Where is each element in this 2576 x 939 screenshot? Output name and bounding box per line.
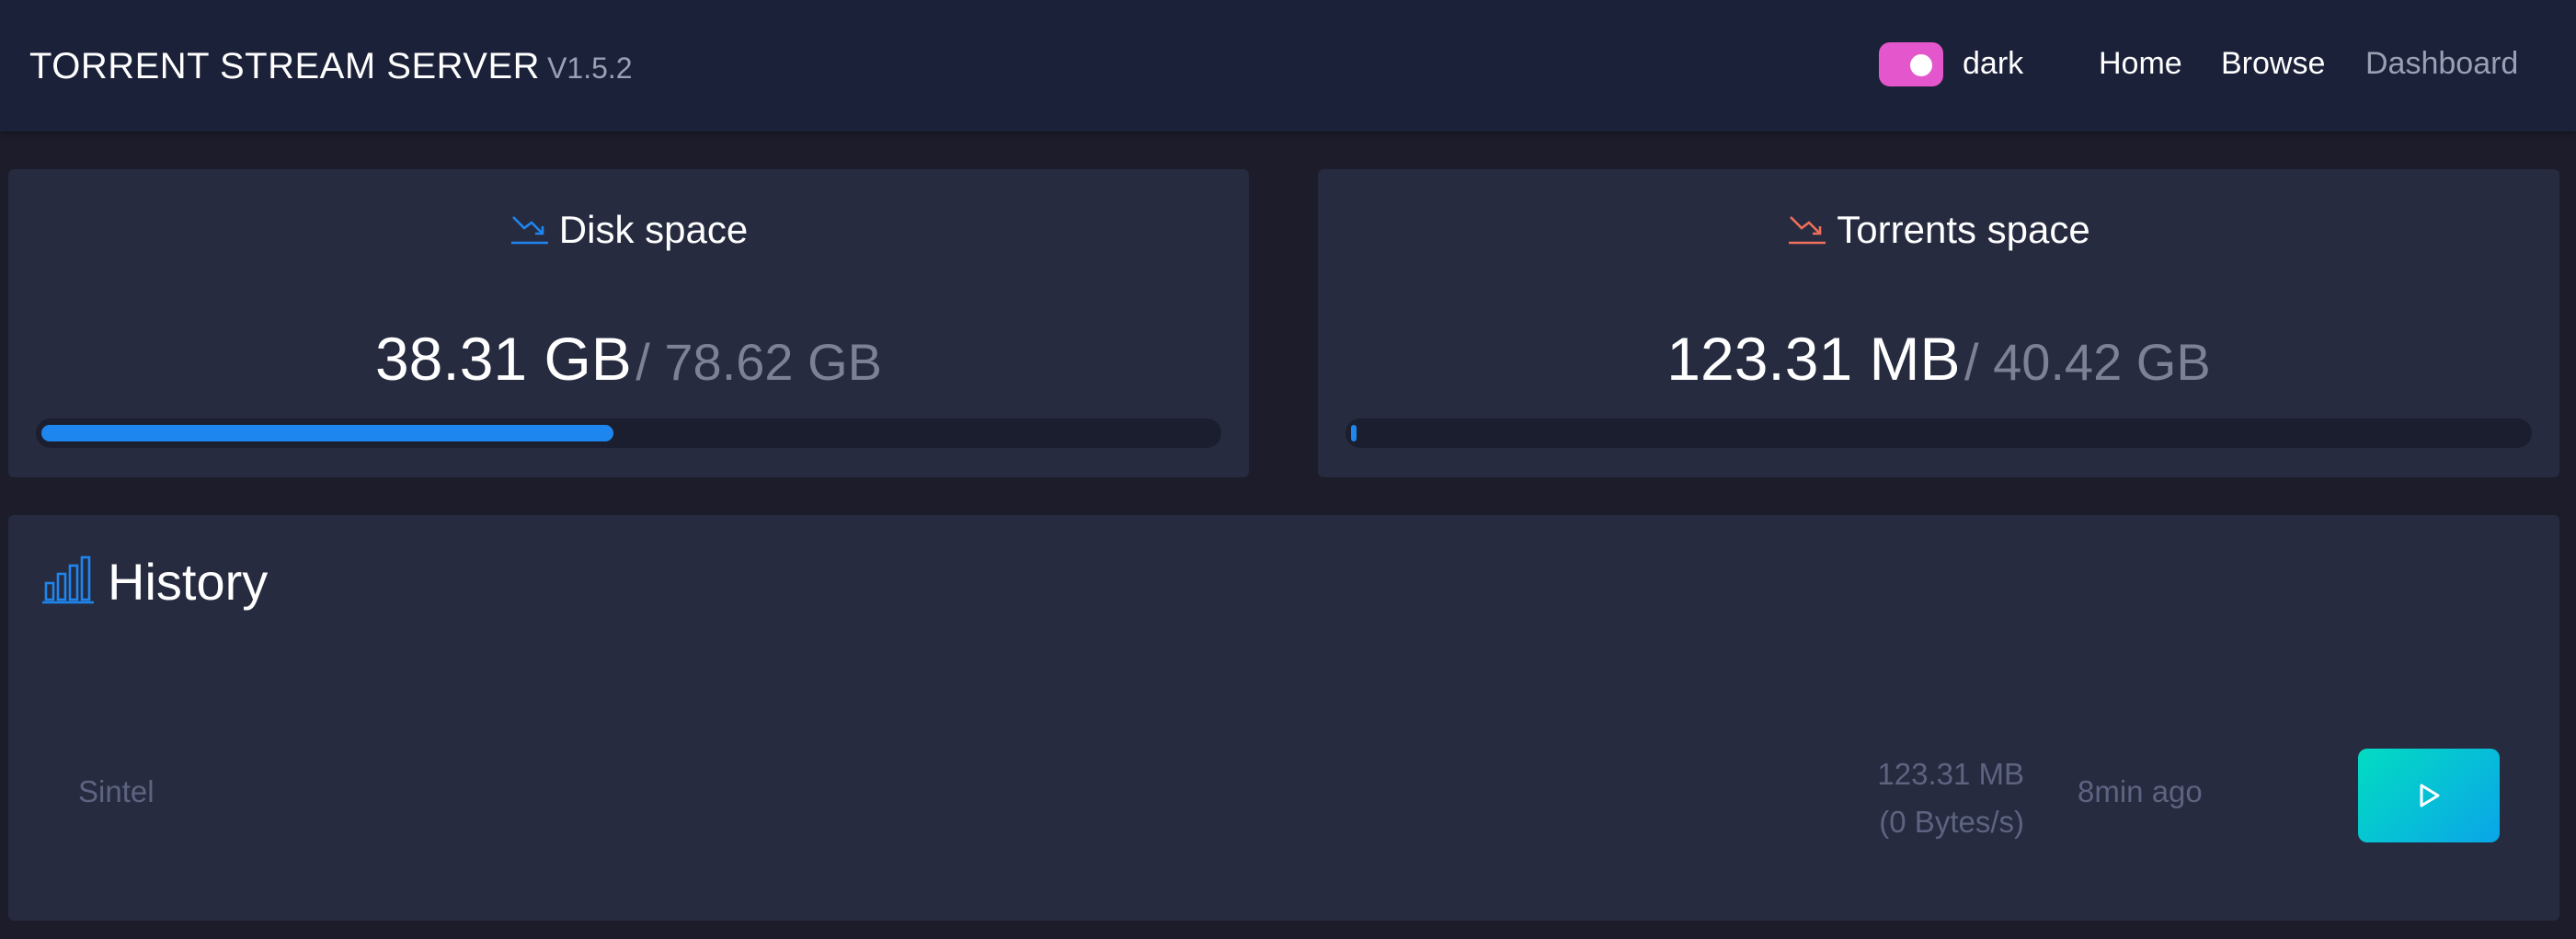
disk-total: / 78.62 GB xyxy=(635,333,883,391)
nav-dashboard-link[interactable]: Dashboard xyxy=(2365,46,2518,82)
history-panel: History Sintel 123.31 MB (0 Bytes/s) 8mi… xyxy=(8,515,2559,921)
history-heading: History xyxy=(41,552,268,612)
history-title: History xyxy=(108,553,269,611)
disk-progress-track xyxy=(36,418,1221,448)
torrent-size-info: 123.31 MB (0 Bytes/s) xyxy=(1794,750,2024,846)
disk-space-card: Disk space 38.31 GB / 78.62 GB xyxy=(8,169,1249,477)
disk-used: 38.31 GB xyxy=(374,325,632,393)
nav-browse-link[interactable]: Browse xyxy=(2221,46,2325,82)
nav-home-link[interactable]: Home xyxy=(2099,46,2182,82)
torrents-space-value: 123.31 MB / 40.42 GB xyxy=(1318,324,2559,394)
history-row[interactable]: Sintel 123.31 MB (0 Bytes/s) 8min ago xyxy=(8,727,2559,865)
torrents-progress-fill xyxy=(1351,425,1357,441)
disk-space-value: 38.31 GB / 78.62 GB xyxy=(8,324,1249,394)
bar-chart-icon xyxy=(42,555,94,604)
app-version: V1.5.2 xyxy=(547,52,633,85)
theme-toggle[interactable] xyxy=(1879,42,1943,86)
app-brand[interactable]: TORRENT STREAM SERVER V1.5.2 xyxy=(29,46,633,87)
theme-label: dark xyxy=(1963,46,2024,81)
torrent-name: Sintel xyxy=(78,774,155,808)
torrents-total: / 40.42 GB xyxy=(1963,333,2211,391)
disk-progress-fill xyxy=(41,425,613,441)
app-title: TORRENT STREAM SERVER xyxy=(29,46,541,86)
torrents-used: 123.31 MB xyxy=(1666,325,1961,393)
torrents-progress-track xyxy=(1345,418,2532,448)
torrent-speed: (0 Bytes/s) xyxy=(1879,805,2024,839)
toggle-knob xyxy=(1910,54,1932,76)
top-navbar: TORRENT STREAM SERVER V1.5.2 dark Home Br… xyxy=(0,0,2576,132)
trending-down-icon xyxy=(510,216,548,245)
torrent-size: 123.31 MB xyxy=(1877,757,2024,791)
torrent-time: 8min ago xyxy=(2078,774,2203,808)
torrents-space-title: Torrents space xyxy=(1837,208,2090,251)
play-button[interactable] xyxy=(2358,749,2500,842)
torrents-space-card: Torrents space 123.31 MB / 40.42 GB xyxy=(1318,169,2559,477)
disk-space-title: Disk space xyxy=(558,208,749,251)
torrents-space-title-row: Torrents space xyxy=(1318,208,2559,252)
disk-space-title-row: Disk space xyxy=(8,208,1249,252)
play-icon xyxy=(2420,784,2440,807)
trending-down-icon xyxy=(1789,216,1826,245)
